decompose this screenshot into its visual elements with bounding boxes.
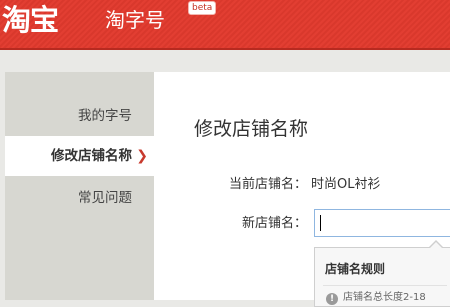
chevron-right-icon: ❯ xyxy=(136,148,148,164)
beta-badge: beta xyxy=(188,1,217,15)
shop-name-rules-popup: 店铺名规则 ! 店铺名总长度2-18 xyxy=(314,247,450,307)
current-shop-name-label: 当前店铺名： xyxy=(228,177,307,192)
text-cursor xyxy=(320,215,321,231)
top-header: 淘宝 淘字号 beta xyxy=(0,0,450,50)
page-title: 修改店铺名称 xyxy=(194,118,309,140)
header-gap xyxy=(0,50,450,70)
divider xyxy=(323,285,447,286)
sidebar-item-rename-shop[interactable]: 修改店铺名称 ❯ xyxy=(5,136,154,176)
sidebar-item-label: 我的字号 xyxy=(78,108,132,124)
popup-arrow-fill xyxy=(430,242,442,248)
rules-title: 店铺名规则 xyxy=(325,262,386,276)
taobao-logo[interactable]: 淘宝 xyxy=(2,2,59,38)
sidebar-item-my-names[interactable]: 我的字号 xyxy=(5,96,154,136)
new-shop-name-label: 新店铺名： xyxy=(241,216,307,231)
current-shop-name-value: 时尚OL衬衫 xyxy=(311,177,381,192)
main-content: 修改店铺名称 当前店铺名： 时尚OL衬衫 新店铺名： 店铺名规则 ! 店铺名总长… xyxy=(154,72,450,307)
product-name[interactable]: 淘字号 xyxy=(105,6,165,34)
sidebar-nav: 我的字号 修改店铺名称 ❯ 常见问题 xyxy=(5,72,154,300)
sidebar-item-label: 常见问题 xyxy=(78,190,132,206)
info-icon: ! xyxy=(326,293,338,305)
rules-text: 店铺名总长度2-18 xyxy=(343,292,426,303)
new-shop-name-input[interactable] xyxy=(314,209,450,237)
sidebar-item-label: 修改店铺名称 xyxy=(51,148,132,164)
sidebar-item-faq[interactable]: 常见问题 xyxy=(5,178,154,218)
